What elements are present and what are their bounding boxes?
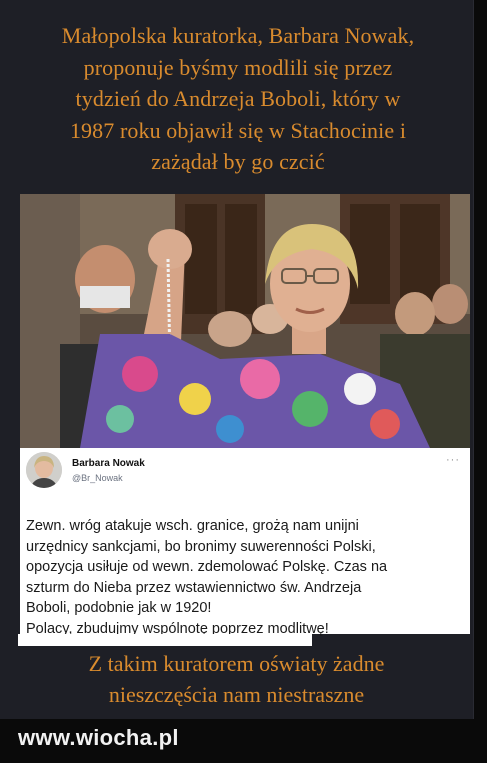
headline-line: Małopolska kuratorka, Barbara Nowak, bbox=[61, 23, 415, 48]
author-handle[interactable]: @Br_Nowak bbox=[72, 473, 123, 483]
avatar bbox=[26, 452, 62, 488]
tweet-line: urzędnicy sankcjami, bo bronimy suwerenn… bbox=[26, 538, 376, 555]
headline-line: zażądał by go czcić bbox=[151, 149, 325, 174]
headline-line: proponuje byśmy modlili się przez bbox=[83, 54, 393, 80]
tweet-footer bbox=[18, 634, 312, 646]
tweet-text: Zewn. wróg atakuje wsch. granice, grożą … bbox=[26, 516, 466, 639]
tweet-card: Barbara Nowak @Br_Nowak ··· Zewn. wróg a… bbox=[20, 448, 470, 637]
caption: Z takim kuratorem oświaty żadne nieszczę… bbox=[0, 648, 473, 710]
watermark: www.wiocha.pl bbox=[18, 725, 179, 750]
photo-illustration bbox=[20, 194, 470, 448]
news-photo bbox=[20, 194, 470, 448]
tweet-line: Zewn. wróg atakuje wsch. granice, grożą … bbox=[26, 518, 359, 534]
avatar-image bbox=[26, 452, 62, 488]
tweet-line: opozycja usiłuje od wewn. zdemolować Pol… bbox=[26, 559, 388, 575]
headline: Małopolska kuratorka, Barbara Nowak, pro… bbox=[14, 20, 462, 178]
headline-line: tydzień do Andrzeja Boboli, który w bbox=[75, 86, 401, 111]
tweet-line: Boboli, podobnie jak w 1920! bbox=[26, 600, 212, 616]
caption-line: nieszczęścia nam niestraszne bbox=[108, 682, 365, 707]
more-dots-icon[interactable]: ··· bbox=[446, 454, 460, 466]
caption-line: Z takim kuratorem oświaty żadne bbox=[88, 651, 385, 676]
tweet-line: szturm do Nieba przez wstawiennictwo św.… bbox=[26, 579, 362, 596]
author-name[interactable]: Barbara Nowak bbox=[72, 458, 145, 469]
headline-line: 1987 roku objawił się w Stachocinie i bbox=[69, 117, 407, 143]
